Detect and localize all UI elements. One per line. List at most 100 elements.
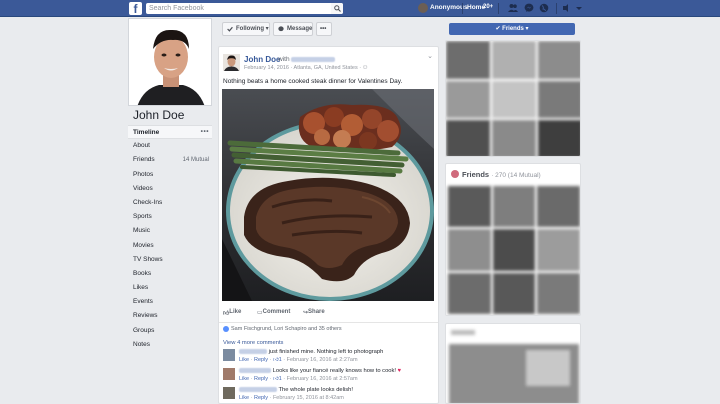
friend-thumbnail[interactable] (537, 229, 580, 271)
friend-thumbnail[interactable] (492, 272, 536, 314)
comment-reply-link[interactable]: Reply (254, 357, 268, 363)
comment-reply-link[interactable]: Reply (254, 376, 268, 382)
profile-picture[interactable] (128, 18, 212, 106)
comment-button[interactable]: ▭ Comment (257, 309, 290, 316)
comment-body: The whole plate looks delish! (278, 387, 353, 394)
nav-item-movies[interactable]: Movies (128, 239, 212, 253)
nav-item-books[interactable]: Books (128, 267, 212, 281)
friend-thumbnail[interactable] (492, 229, 536, 271)
friend-requests-icon[interactable] (508, 3, 518, 13)
like-button[interactable]: 👍︎ Like (223, 309, 241, 317)
photo-thumbnail[interactable] (538, 120, 580, 156)
nav-item-music[interactable]: Music (128, 224, 212, 238)
facebook-logo-icon[interactable]: f (129, 2, 142, 15)
more-options-icon[interactable]: ••• (201, 125, 209, 139)
photo-thumbnail[interactable] (492, 80, 536, 119)
nav-item-timeline[interactable]: Timeline ••• (128, 125, 212, 140)
nav-item-label: Sports (133, 213, 152, 221)
friends-status-button[interactable]: ✔ Friends ▾ (449, 23, 575, 35)
nav-item-label: Likes (133, 284, 149, 292)
photo-thumbnail[interactable] (446, 41, 490, 79)
nav-item-label: Movies (133, 241, 154, 249)
nav-item-groups[interactable]: Groups (128, 324, 212, 338)
nav-item-label: Groups (133, 326, 155, 334)
comment-timestamp[interactable]: February 16, 2016 at 2:27am (287, 357, 358, 363)
comment-reply-link[interactable]: Reply (254, 395, 268, 401)
nav-item-label: Notes (133, 340, 150, 348)
nav-item-sports[interactable]: Sports (128, 210, 212, 224)
comment-timestamp[interactable]: February 15, 2016 at 8:42am (273, 395, 344, 401)
with-label: with (278, 56, 290, 63)
commenter-avatar[interactable] (223, 387, 235, 399)
friends-grid (448, 186, 580, 314)
profile-name[interactable]: John Doe (133, 108, 184, 122)
post-author-avatar[interactable] (223, 54, 240, 71)
nav-item-tv-shows[interactable]: TV Shows (128, 253, 212, 267)
friend-thumbnail[interactable] (492, 186, 536, 228)
comment-reaction-count[interactable]: 👍︎1 (273, 357, 282, 363)
share-button[interactable]: ↪ Share (303, 309, 325, 316)
share-label: Share (308, 309, 325, 315)
comment-like-link[interactable]: Like (239, 357, 249, 363)
comment-reaction-count[interactable]: 👍︎1 (273, 376, 282, 382)
timeline-post: John Doe with February 14, 2016 · Atlant… (218, 46, 439, 404)
photo-thumbnail[interactable] (538, 80, 580, 119)
commenter-avatar[interactable] (223, 368, 235, 380)
friend-thumbnail[interactable] (448, 229, 491, 271)
friends-title-text: Friends (462, 170, 490, 179)
post-date-location[interactable]: February 14, 2016 · Atlanta, GA, United … (244, 65, 368, 71)
nav-item-likes[interactable]: Likes (128, 281, 212, 295)
nav-item-check-ins[interactable]: Check-Ins (128, 196, 212, 210)
quick-help-icon[interactable] (562, 3, 572, 13)
photo-thumbnail[interactable] (446, 120, 490, 156)
photo-thumbnail[interactable] (446, 80, 490, 119)
nav-item-label: Friends (133, 156, 155, 164)
top-bar: f Search Facebook Anonymous Home 20+ (0, 0, 720, 17)
more-button[interactable]: ••• (316, 22, 332, 36)
photo-thumbnail[interactable] (492, 41, 536, 79)
friend-thumbnail[interactable] (448, 272, 491, 314)
post-author-name[interactable]: John Doe (244, 55, 280, 64)
comment-label: Comment (262, 309, 291, 315)
likes-summary-text: Sam Fischgrund, Lori Schapiro and 35 oth… (231, 326, 342, 332)
nav-item-photos[interactable]: Photos (128, 168, 212, 182)
photo-thumbnail[interactable] (538, 41, 580, 79)
nav-item-events[interactable]: Events (128, 295, 212, 309)
commenter-name-link[interactable] (239, 387, 277, 392)
likes-summary[interactable]: Sam Fischgrund, Lori Schapiro and 35 oth… (219, 322, 438, 334)
profile-nav: Timeline ••• About Friends 14 Mutual Photo… (128, 125, 212, 352)
search-input[interactable]: Search Facebook (146, 3, 343, 14)
following-button[interactable]: Following ▾ (222, 22, 270, 36)
comment-body: Looks like your fiancé really knows how … (272, 368, 397, 375)
comment-like-link[interactable]: Like (239, 395, 249, 401)
post-options-chevron-down-icon[interactable]: ⌄ (427, 52, 433, 60)
view-more-comments-link[interactable]: View 4 more comments (223, 340, 283, 346)
notifications-globe-icon[interactable] (539, 3, 549, 13)
post-photo[interactable] (222, 89, 434, 301)
comment-like-link[interactable]: Like (239, 376, 249, 382)
nav-item-label: Music (133, 227, 150, 235)
friend-thumbnail[interactable] (537, 186, 580, 228)
commenter-name-link[interactable] (239, 368, 271, 373)
nav-item-notes[interactable]: Notes (128, 338, 212, 352)
user-avatar[interactable] (418, 3, 428, 13)
nav-item-reviews[interactable]: Reviews (128, 309, 212, 323)
search-button[interactable] (331, 3, 343, 14)
photo-thumbnail[interactable] (492, 120, 536, 156)
commenter-name-link[interactable] (239, 349, 267, 354)
comment-timestamp[interactable]: February 16, 2016 at 2:57am (287, 376, 358, 382)
promo-image-overlay (526, 350, 570, 386)
friend-thumbnail[interactable] (448, 186, 491, 228)
nav-item-about[interactable]: About (128, 139, 212, 153)
friend-thumbnail[interactable] (537, 272, 580, 314)
message-button[interactable]: Message (273, 22, 313, 36)
friends-card-title[interactable]: Friends · 270 (14 Mutual) (451, 170, 541, 179)
nav-item-friends[interactable]: Friends 14 Mutual (128, 153, 212, 167)
messages-icon[interactable] (524, 3, 534, 13)
audience-friends-icon[interactable]: ⚇ (363, 65, 368, 71)
account-menu-chevron-down-icon[interactable] (574, 3, 584, 13)
nav-item-videos[interactable]: Videos (128, 182, 212, 196)
tagged-person-link[interactable] (291, 56, 336, 62)
commenter-avatar[interactable] (223, 349, 235, 361)
search-icon (334, 5, 341, 12)
